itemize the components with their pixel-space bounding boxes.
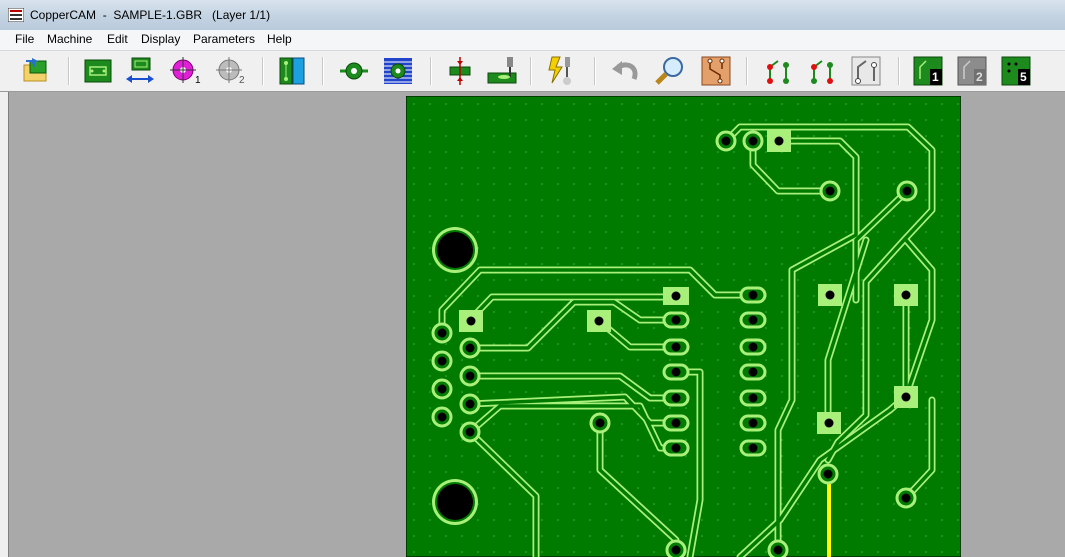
reference-pad-1-label: 1 [195, 75, 201, 86]
hatching-icon [384, 58, 412, 84]
layer-1-button[interactable]: 1 [912, 55, 944, 87]
layer-5-icon [1001, 56, 1031, 86]
circuit-board-icon [84, 59, 112, 83]
app-icon [8, 8, 24, 22]
undo-button[interactable] [610, 55, 642, 87]
reference-pad-2-button[interactable]: 2 [214, 55, 246, 87]
reference-pad-1-button[interactable]: 1 [168, 55, 201, 87]
magnifier-icon [655, 57, 683, 85]
drill-icon [449, 57, 471, 85]
layer-5-button[interactable]: 5 [1000, 55, 1032, 87]
route-red-icon [767, 60, 789, 84]
hatching-tool-button[interactable] [382, 55, 414, 87]
mill-tool-button[interactable] [486, 55, 518, 87]
pcb-layout-drawing [406, 96, 961, 557]
pcb-board[interactable] [406, 96, 961, 557]
menu-edit[interactable]: Edit [106, 32, 129, 46]
zoom-button[interactable] [654, 55, 686, 87]
window-title: CopperCAM - SAMPLE-1.GBR (Layer 1/1) [30, 8, 271, 22]
pad-tool-button[interactable] [338, 55, 370, 87]
layer-1-icon [913, 56, 943, 86]
layer-2-button[interactable]: 2 [956, 55, 988, 87]
layer-5-label: 5 [1020, 70, 1027, 84]
reference-pad-2-label: 2 [239, 75, 245, 86]
pcb-view-button[interactable] [82, 55, 114, 87]
route-mixed-icon [811, 60, 833, 84]
title-bar: CopperCAM - SAMPLE-1.GBR (Layer 1/1) [0, 0, 1065, 31]
copper-board-icon [701, 56, 731, 86]
toolbar: 1 2 1 2 5 [0, 51, 1065, 92]
pad-icon [340, 62, 368, 80]
track-icon [279, 57, 305, 85]
menu-parameters[interactable]: Parameters [192, 32, 256, 46]
mirror-arrows-icon [126, 57, 154, 83]
route-tool-2-button[interactable] [806, 55, 838, 87]
drill-tool-button[interactable] [444, 55, 476, 87]
milling-cutter-icon [487, 57, 517, 84]
menu-help[interactable]: Help [266, 32, 293, 46]
layer-1-label: 1 [932, 70, 939, 84]
menu-file[interactable]: File [14, 32, 35, 46]
mirror-board-button[interactable] [124, 55, 156, 87]
layer-2-label: 2 [976, 70, 983, 84]
open-folder-icon [23, 58, 47, 82]
open-file-button[interactable] [20, 55, 52, 87]
track-tool-button[interactable] [276, 55, 308, 87]
copper-view-button[interactable] [700, 55, 732, 87]
route-tool-3-button[interactable] [850, 55, 882, 87]
menu-display[interactable]: Display [140, 32, 181, 46]
left-frame [0, 92, 9, 557]
lightning-mill-icon [548, 56, 571, 85]
calculate-contours-button[interactable] [546, 55, 578, 87]
route-tool-1-button[interactable] [762, 55, 794, 87]
layer-2-icon [957, 56, 987, 86]
undo-icon [612, 61, 638, 80]
route-gray-icon [851, 56, 881, 86]
menu-bar: File Machine Edit Display Parameters Hel… [0, 30, 1065, 51]
menu-machine[interactable]: Machine [46, 32, 93, 46]
